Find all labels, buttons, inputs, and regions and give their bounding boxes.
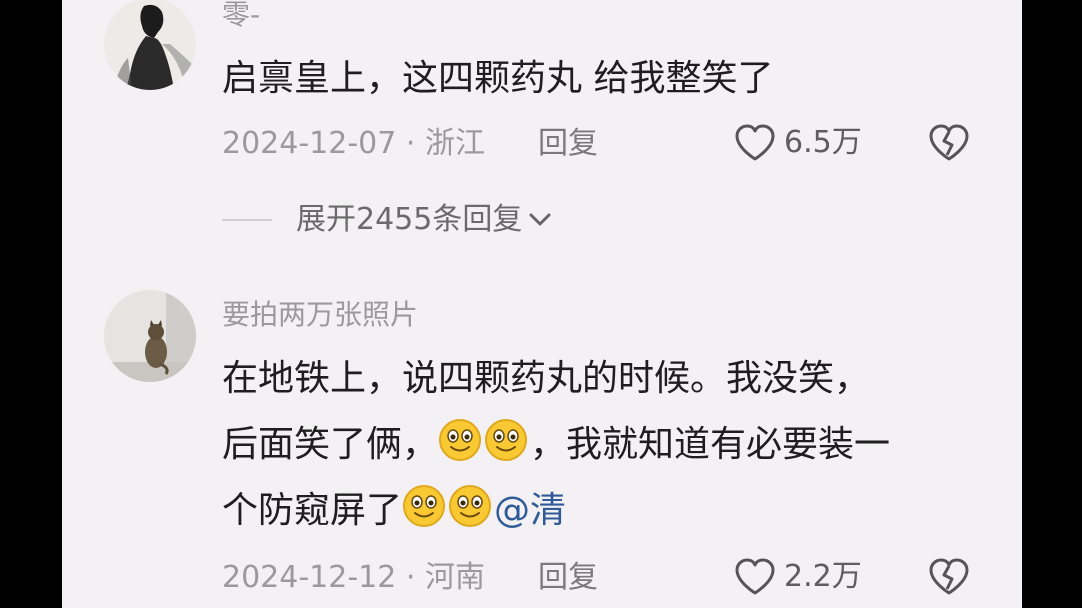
chevron-down-icon: [529, 213, 551, 226]
comment-text-segment: 后面笑了俩，: [222, 424, 439, 465]
smiling-face-emoji: [439, 419, 482, 461]
expand-divider-line: [222, 219, 272, 221]
ink-painting-avatar-image: [104, 0, 196, 90]
broken-heart-icon: [929, 124, 969, 161]
comment-date: 2024-12-07: [222, 126, 397, 161]
smiling-face-emoji: [449, 485, 492, 527]
comment-location: 浙江: [425, 126, 485, 161]
like-button[interactable]: 2.2万: [734, 558, 862, 596]
comment-text-segment: ，我就知道有必要装一: [530, 424, 891, 465]
mention-link[interactable]: @清: [494, 490, 566, 531]
dislike-button[interactable]: [928, 124, 970, 166]
like-count: 6.5万: [784, 125, 862, 160]
expand-replies-button[interactable]: 展开2455条回复: [222, 202, 552, 238]
comment-meta: 2024-12-07 · 浙江: [222, 126, 485, 162]
avatar[interactable]: [104, 290, 196, 382]
comment-text-line: 在地铁上，说四颗药丸的时候。我没笑，: [222, 358, 871, 399]
reply-button[interactable]: 回复: [538, 126, 598, 162]
comment-text: 启禀皇上，这四颗药丸 给我整笑了: [222, 58, 774, 99]
heart-outline-icon: [735, 558, 775, 595]
reply-button[interactable]: 回复: [538, 560, 598, 596]
comment-list: 零- 启禀皇上，这四颗药丸 给我整笑了 2024-12-07 · 浙江 回复 6…: [62, 0, 1022, 608]
smiling-face-emoji: [485, 419, 528, 461]
broken-heart-icon: [929, 558, 969, 595]
avatar[interactable]: [104, 0, 196, 90]
heart-outline-icon: [735, 124, 775, 161]
comment-text-segment: 个防窥屏了: [222, 490, 403, 531]
like-count: 2.2万: [784, 559, 862, 594]
comment-date: 2024-12-12: [222, 560, 397, 595]
dislike-button[interactable]: [928, 558, 970, 600]
comment-text-line: 个防窥屏了 @清: [222, 478, 566, 544]
comment-username[interactable]: 零-: [222, 0, 260, 32]
smiling-face-emoji: [403, 485, 446, 527]
meta-separator: ·: [405, 560, 416, 595]
comment-username[interactable]: 要拍两万张照片: [222, 298, 418, 332]
comment-location: 河南: [425, 560, 485, 595]
cat-photo-avatar-image: [104, 290, 196, 382]
expand-replies-label: 展开2455条回复: [296, 202, 523, 237]
like-button[interactable]: 6.5万: [734, 124, 862, 162]
comment-meta: 2024-12-12 · 河南: [222, 560, 485, 596]
comment-text-line: 后面笑了俩， ，我就知道有必要装一: [222, 412, 890, 478]
meta-separator: ·: [405, 126, 416, 161]
